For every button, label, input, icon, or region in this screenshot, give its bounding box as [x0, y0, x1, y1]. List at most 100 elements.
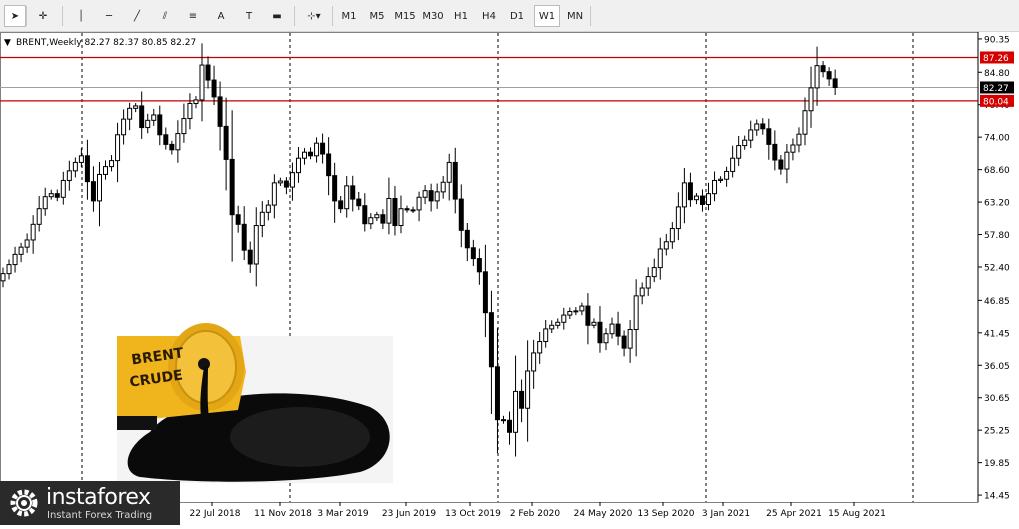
candle-body [416, 196, 422, 211]
candle-body [84, 155, 90, 183]
y-tick-label: 36.05 [984, 362, 1010, 372]
x-tick-label: 15 Aug 2021 [828, 509, 886, 519]
candle-body [585, 305, 591, 326]
level-price-tag-label: 80.04 [983, 97, 1009, 107]
candle-body [368, 217, 374, 225]
candle-body [555, 321, 561, 326]
candle-body [223, 125, 229, 160]
candle-body [175, 133, 181, 151]
candle-body [790, 144, 796, 153]
candle-body [832, 78, 838, 88]
text-label-icon[interactable]: T [238, 5, 260, 27]
candle-body [766, 128, 772, 145]
candle-body [66, 170, 72, 181]
candle-body [772, 143, 778, 161]
candle-body [706, 193, 712, 205]
candle-body [265, 204, 271, 213]
candle-body [754, 123, 760, 131]
candle-body [103, 166, 109, 175]
level-price-tag-label: 87.26 [983, 54, 1009, 64]
vertical-line-icon[interactable]: │ [70, 5, 92, 27]
candle-body [476, 258, 482, 273]
candle-body [121, 118, 127, 136]
candle-body [127, 107, 133, 120]
y-tick-label: 57.80 [984, 231, 1010, 241]
candle-body [597, 321, 603, 344]
candle-body [488, 312, 494, 368]
timeframe-mn[interactable]: MN [562, 5, 588, 27]
candle-body [796, 133, 802, 146]
candle-body [308, 151, 314, 157]
candle-body [295, 157, 301, 174]
candle-body [259, 211, 265, 227]
rectangle-icon[interactable]: ▬ [266, 5, 288, 27]
candle-body [730, 157, 736, 172]
candle-body [78, 155, 84, 163]
trendline-icon[interactable]: ╱ [126, 5, 148, 27]
instaforex-logo: instaforex Instant Forex Trading [0, 481, 180, 525]
text-icon[interactable]: A [210, 5, 232, 27]
candle-body [90, 181, 96, 202]
candle-body [814, 65, 820, 89]
timeframe-m15[interactable]: M15 [392, 5, 418, 27]
fibonacci-icon[interactable]: ≡ [182, 5, 204, 27]
timeframe-w1[interactable]: W1 [534, 5, 560, 27]
candle-body [615, 323, 621, 337]
candle-body [6, 264, 12, 275]
barrel-image-part [230, 407, 370, 467]
x-tick-label: 11 Nov 2018 [254, 509, 312, 519]
chart-svg[interactable]: 90.3584.8079.4074.0068.6063.2057.8052.40… [0, 32, 1019, 525]
x-tick-label: 13 Oct 2019 [445, 509, 501, 519]
x-tick-label: 23 Jun 2019 [382, 509, 436, 519]
candle-body [18, 246, 24, 255]
y-tick-label: 41.45 [984, 329, 1010, 339]
crosshair-icon[interactable]: ✛ [32, 5, 54, 27]
x-tick-label: 3 Mar 2019 [317, 509, 369, 519]
candle-body [24, 239, 30, 248]
candle-body [422, 190, 428, 198]
equidistant-channel-icon[interactable]: ⫽ [154, 5, 176, 27]
candle-body [820, 65, 826, 73]
candle-body [531, 352, 537, 372]
timeframe-h4[interactable]: H4 [476, 5, 502, 27]
candle-body [543, 328, 549, 343]
candle-body [446, 161, 452, 183]
candle-body [133, 105, 139, 109]
cursor-icon[interactable]: ➤ [4, 5, 26, 27]
candle-body [440, 181, 446, 193]
candle-body [283, 180, 289, 188]
timeframe-m30[interactable]: M30 [420, 5, 446, 27]
candle-body [452, 161, 458, 200]
candle-body [199, 64, 205, 101]
candle-body [289, 172, 295, 188]
shapes-dropdown-icon[interactable]: ⊹▾ [300, 5, 328, 27]
candle-body [12, 253, 18, 266]
timeframe-m1[interactable]: M1 [336, 5, 362, 27]
candle-body [193, 99, 199, 105]
candle-body [386, 197, 392, 224]
candle-body [344, 185, 350, 210]
candle-body [314, 142, 320, 157]
toolbar: ➤ ✛ │ ─ ╱ ⫽ ≡ A T ▬ ⊹▾ M1 M5 M15 M30 H1 H4 D1 W1 MN [0, 0, 1019, 32]
candle-body [525, 370, 531, 409]
y-tick-label: 46.85 [984, 297, 1010, 307]
candle-body [621, 335, 627, 349]
x-tick-label: 2 Feb 2020 [510, 509, 561, 519]
candle-body [139, 105, 145, 129]
candle-body [603, 333, 609, 344]
candle-body [802, 110, 808, 135]
candle-body [302, 151, 307, 159]
toolbar-separator [62, 6, 63, 26]
timeframe-d1[interactable]: D1 [504, 5, 530, 27]
candle-body [567, 310, 573, 316]
timeframe-m5[interactable]: M5 [364, 5, 390, 27]
candle-body [663, 241, 669, 250]
horizontal-line-icon[interactable]: ─ [98, 5, 120, 27]
x-tick-label: 13 Sep 2020 [637, 509, 694, 519]
candle-body [247, 249, 253, 265]
candle-body [742, 139, 748, 147]
chart-area[interactable]: 90.3584.8079.4074.0068.6063.2057.8052.40… [0, 32, 1019, 525]
timeframe-h1[interactable]: H1 [448, 5, 474, 27]
candle-body [693, 195, 699, 201]
candle-body [482, 271, 488, 314]
